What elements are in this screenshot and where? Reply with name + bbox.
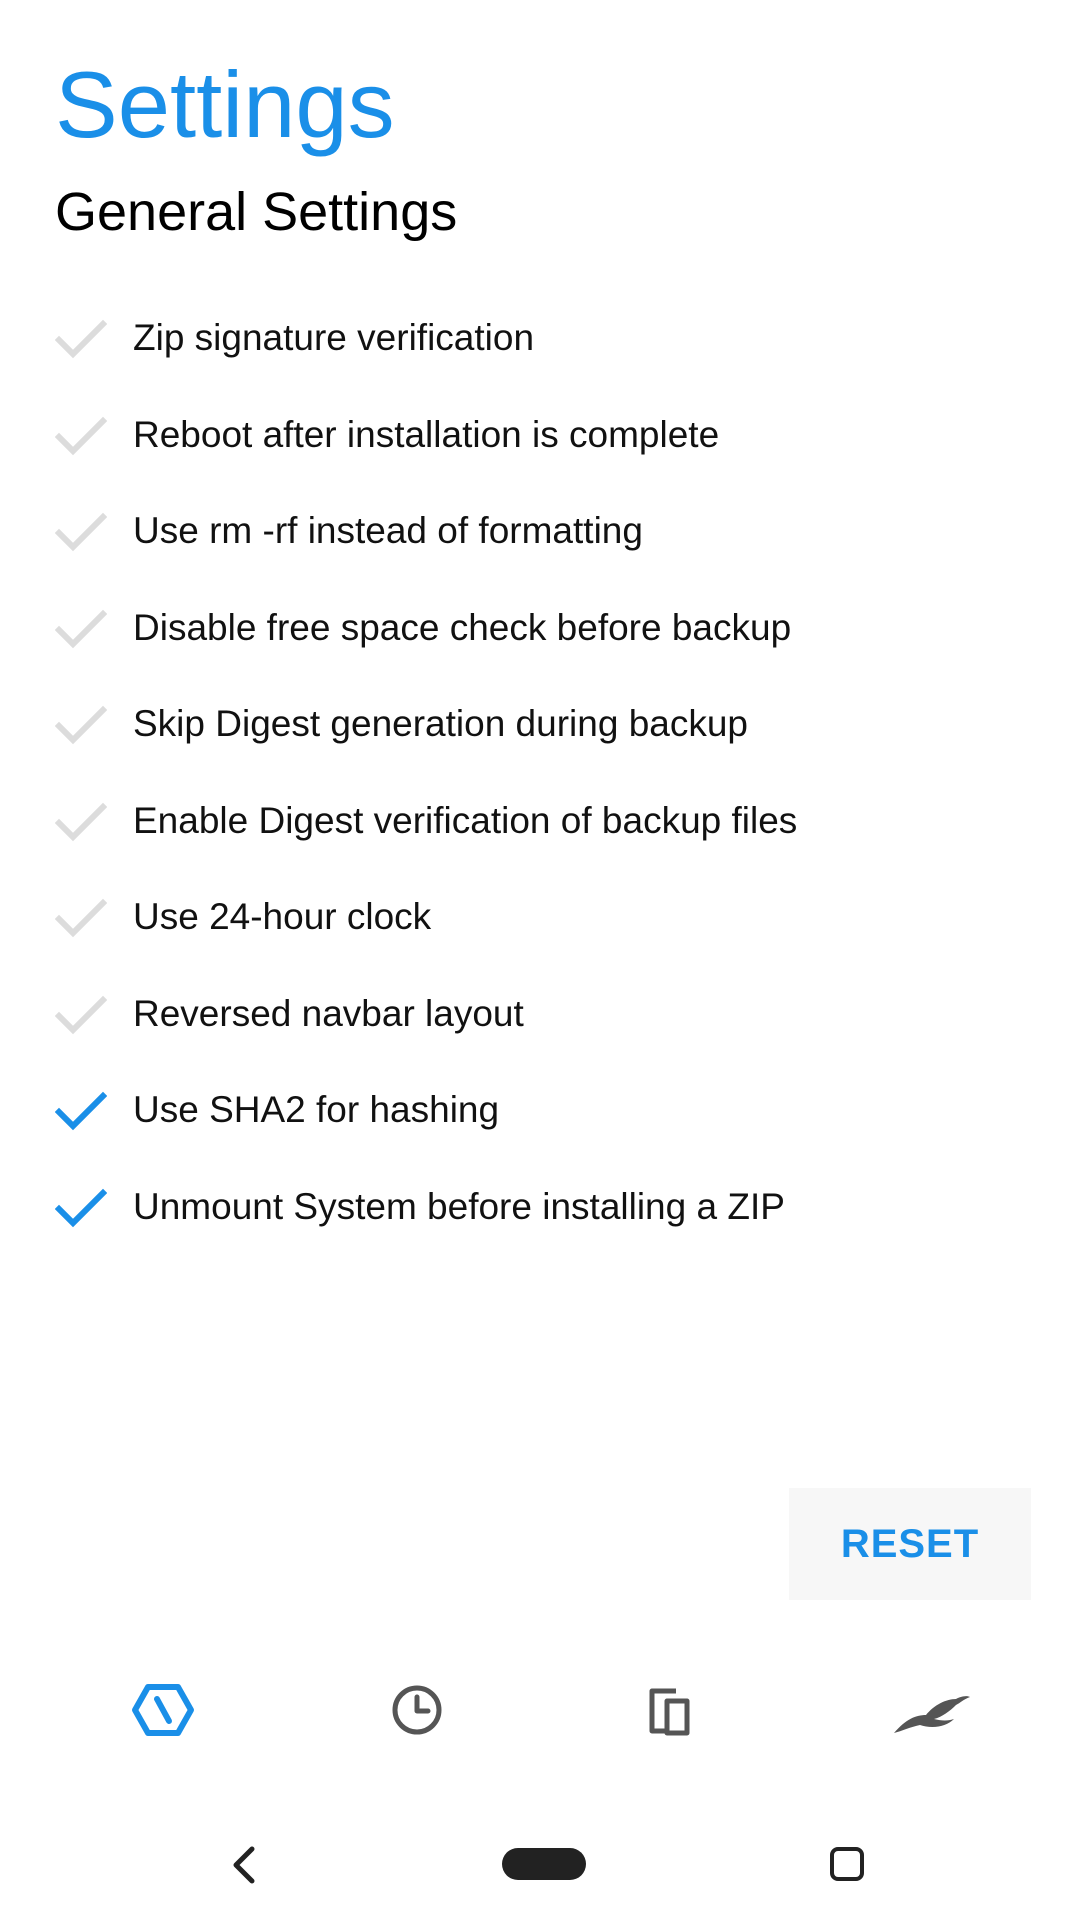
check-icon[interactable] (55, 1084, 107, 1136)
setting-label: Use 24-hour clock (133, 896, 432, 938)
setting-label: Use SHA2 for hashing (133, 1089, 500, 1131)
setting-label: Reboot after installation is complete (133, 413, 720, 455)
setting-disable-free-space-check[interactable]: Disable free space check before backup (0, 580, 1080, 677)
system-navigation-bar (0, 1810, 1080, 1920)
bottom-nav (0, 1640, 1080, 1780)
clock-icon[interactable] (382, 1675, 452, 1745)
home-pill-icon[interactable] (502, 1848, 586, 1880)
check-icon[interactable] (55, 312, 107, 364)
setting-24-hour-clock[interactable]: Use 24-hour clock (0, 869, 1080, 966)
setting-label: Disable free space check before backup (133, 606, 792, 648)
page-title: Settings (55, 52, 395, 157)
settings-list: Zip signature verification Reboot after … (0, 290, 1080, 1255)
settings-hexagon-icon[interactable] (128, 1675, 198, 1745)
setting-enable-digest-verification[interactable]: Enable Digest verification of backup fil… (0, 773, 1080, 870)
setting-use-sha2[interactable]: Use SHA2 for hashing (0, 1062, 1080, 1159)
section-title: General Settings (55, 182, 458, 242)
check-icon[interactable] (55, 409, 107, 461)
setting-reboot-after-install[interactable]: Reboot after installation is complete (0, 387, 1080, 484)
setting-label: Enable Digest verification of backup fil… (133, 799, 798, 841)
settings-screen: Settings General Settings Zip signature … (0, 0, 1080, 1920)
setting-skip-digest-generation[interactable]: Skip Digest generation during backup (0, 676, 1080, 773)
check-icon[interactable] (55, 505, 107, 557)
setting-unmount-system[interactable]: Unmount System before installing a ZIP (0, 1159, 1080, 1256)
reset-button[interactable]: RESET (789, 1488, 1031, 1600)
setting-use-rm-rf[interactable]: Use rm -rf instead of formatting (0, 483, 1080, 580)
recents-icon[interactable] (828, 1845, 866, 1883)
setting-label: Use rm -rf instead of formatting (133, 510, 643, 552)
setting-reversed-navbar[interactable]: Reversed navbar layout (0, 966, 1080, 1063)
back-icon[interactable] (226, 1845, 262, 1885)
setting-label: Reversed navbar layout (133, 992, 524, 1034)
check-icon[interactable] (55, 698, 107, 750)
check-icon[interactable] (55, 795, 107, 847)
setting-label: Unmount System before installing a ZIP (133, 1185, 785, 1227)
setting-label: Skip Digest generation during backup (133, 703, 748, 745)
check-icon[interactable] (55, 891, 107, 943)
setting-zip-signature-verification[interactable]: Zip signature verification (0, 290, 1080, 387)
devices-icon[interactable] (638, 1675, 708, 1745)
setting-label: Zip signature verification (133, 317, 535, 359)
check-icon[interactable] (55, 1181, 107, 1233)
bird-logo-icon[interactable] (890, 1675, 972, 1745)
check-icon[interactable] (55, 602, 107, 654)
check-icon[interactable] (55, 988, 107, 1040)
